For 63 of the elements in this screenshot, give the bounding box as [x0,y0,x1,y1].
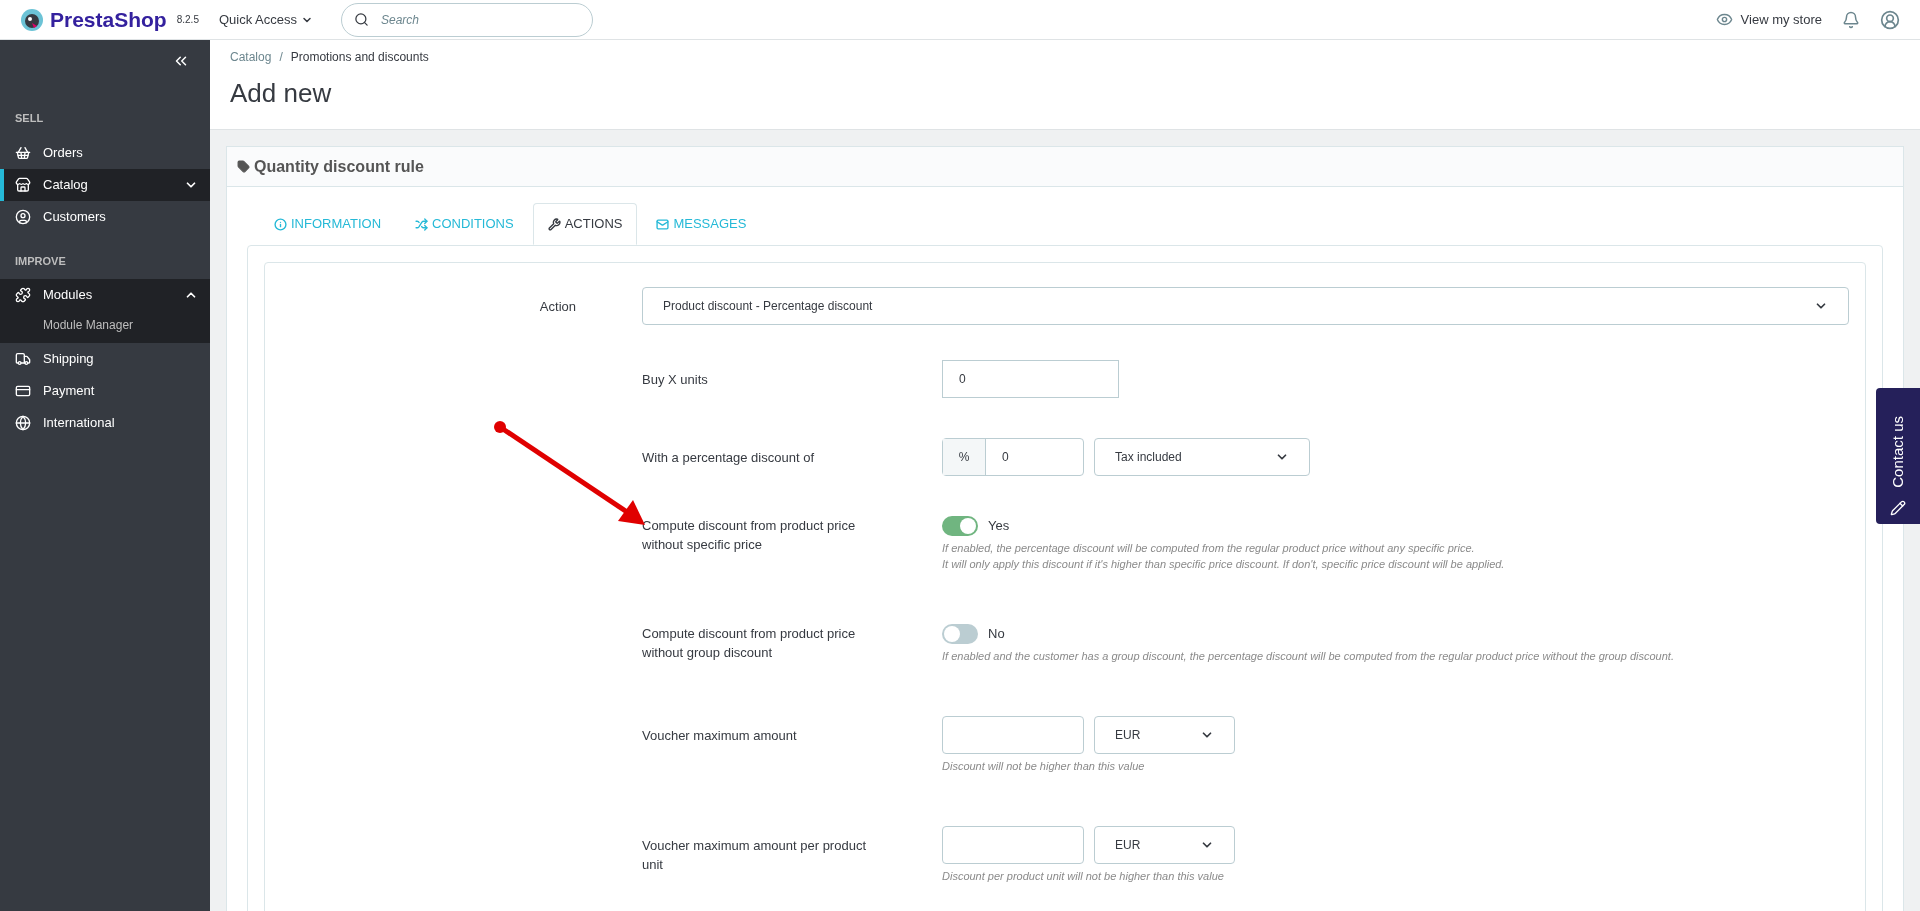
tag-icon [237,160,250,173]
section-heading: SELL [14,111,45,126]
nav-item[interactable]: Customers [0,200,210,233]
help-text: Discount per product unit will not be higher than this value [942,869,1225,884]
help-text: It will only apply this discount if it's higher than specific price discount. If don't, specific price discount will be applied. [942,557,1505,572]
view-store-link[interactable]: View my store [1715,9,1822,30]
page-title: Add new [230,77,333,110]
nav-subitem[interactable]: Module Manager [0,311,210,343]
logo-wordmark: PrestaShop [50,6,167,33]
puzzle-icon [15,287,31,303]
field-label: Action [539,298,576,316]
nav-item[interactable]: Payment [0,375,210,407]
wrench-icon [547,217,561,231]
info-icon [274,217,287,231]
toggle-state-label: No [988,625,1005,644]
section-heading: IMPROVE [14,253,67,269]
envelope-icon [656,217,670,231]
number-input[interactable]: 0 [942,360,1119,398]
currency-select[interactable]: EUR [1094,716,1235,754]
user-icon [15,208,31,225]
search-icon [354,12,369,27]
basket-icon [15,144,31,161]
toggle-switch[interactable] [942,516,978,536]
version-label: 8.2.5 [176,13,199,27]
bell-icon[interactable] [1842,10,1860,29]
breadcrumb-link[interactable]: Promotions and discounts [290,48,429,66]
nav-item[interactable]: Modules [0,279,210,311]
field-label: Voucher maximum amount [642,727,798,745]
field-label: With a percentage discount of [642,449,815,467]
pencil-icon [1890,500,1906,516]
field-label: Buy X units [642,371,709,389]
truck-icon [15,351,31,367]
field-label: Compute discount from product price without group discount [642,625,857,662]
contact-us-tab[interactable]: Contact us [1876,388,1920,524]
eye-icon [1715,11,1733,28]
nav-item[interactable]: International [0,407,210,439]
action-select[interactable]: Product discount - Percentage discount [642,287,1849,325]
toggle-switch[interactable] [942,624,978,644]
percent-input[interactable]: % 0 [942,438,1084,476]
help-text: Discount will not be higher than this value [942,759,1146,774]
amount-input[interactable] [942,716,1084,754]
help-text: If enabled and the customer has a group discount, the percentage discount will be computed from the regular product price without the group discount. [942,649,1674,664]
field-label: Voucher maximum amount per product unit [642,837,867,874]
tax-select[interactable]: Tax included [1094,438,1310,476]
help-text: If enabled, the percentage discount will be computed from the regular product price without any specific price. [942,541,1476,556]
tab[interactable]: ACTIONS [532,203,638,245]
breadcrumb-separator: / [279,49,283,66]
currency-select[interactable]: EUR [1094,826,1235,864]
quick-access-menu[interactable]: Quick Access [218,9,313,30]
toggle-state-label: Yes [988,517,1010,536]
card-title: Quantity discount rule [254,156,424,177]
field-label: Compute discount from product price without specific price [642,517,857,554]
nav-item[interactable]: Orders [0,136,210,169]
user-avatar-icon[interactable] [1880,9,1900,30]
puffin-logo-icon [20,7,44,32]
breadcrumb-link[interactable]: Catalog [230,48,272,66]
nav-item[interactable]: Shipping [0,343,210,375]
store-icon [15,176,31,193]
card-icon [15,383,31,399]
shuffle-icon [415,217,429,231]
amount-input[interactable] [942,826,1084,864]
percent-addon: % [943,439,986,475]
globe-icon [15,415,31,431]
